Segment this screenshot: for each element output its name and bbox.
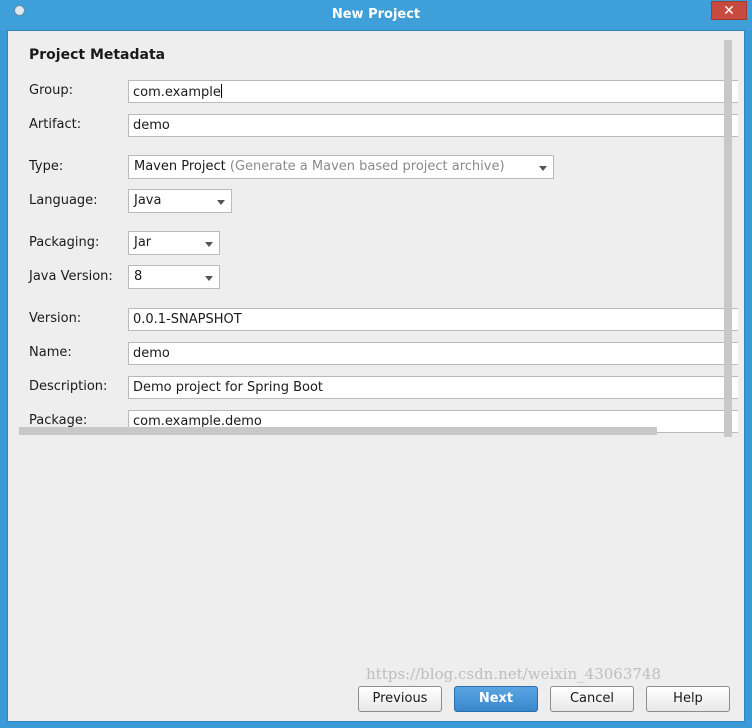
horizontal-scrollbar[interactable]	[19, 427, 657, 435]
language-label: Language:	[29, 193, 98, 208]
vertical-scrollbar[interactable]	[724, 40, 732, 437]
chevron-down-icon	[217, 200, 225, 205]
java-version-label: Java Version:	[29, 269, 113, 284]
version-label: Version:	[29, 311, 82, 326]
chevron-down-icon	[205, 242, 213, 247]
help-button[interactable]: Help	[646, 686, 730, 712]
group-label: Group:	[29, 83, 73, 98]
dialog-body: Project Metadata Group: com.example Arti…	[7, 30, 745, 722]
metadata-scroll-area: Project Metadata Group: com.example Arti…	[8, 31, 738, 437]
java-version-value: 8	[134, 269, 143, 284]
chevron-down-icon	[539, 166, 547, 171]
description-label: Description:	[29, 379, 108, 394]
packaging-label: Packaging:	[29, 235, 100, 250]
close-button[interactable]: ✕	[711, 1, 747, 20]
section-title: Project Metadata	[29, 47, 166, 63]
cancel-button[interactable]: Cancel	[550, 686, 634, 712]
watermark-text: https://blog.csdn.net/weixin_43063748	[366, 665, 662, 683]
java-version-select[interactable]: 8	[128, 265, 220, 289]
artifact-label: Artifact:	[29, 117, 82, 132]
type-value: Maven Project	[134, 159, 226, 174]
description-field[interactable]: Demo project for Spring Boot	[128, 376, 738, 399]
name-field[interactable]: demo	[128, 342, 738, 365]
group-value: com.example	[133, 85, 221, 100]
package-label: Package:	[29, 413, 88, 428]
language-select[interactable]: Java	[128, 189, 232, 213]
language-value: Java	[134, 193, 162, 208]
packaging-value: Jar	[134, 235, 152, 250]
artifact-field[interactable]: demo	[128, 114, 738, 137]
chevron-down-icon	[205, 276, 213, 281]
text-caret	[220, 84, 222, 98]
previous-button[interactable]: Previous	[358, 686, 442, 712]
type-hint: (Generate a Maven based project archive)	[229, 159, 505, 174]
packaging-select[interactable]: Jar	[128, 231, 220, 255]
title-bar[interactable]: New Project ✕	[0, 0, 752, 30]
window-title: New Project	[331, 7, 421, 22]
version-field[interactable]: 0.0.1-SNAPSHOT	[128, 308, 738, 331]
name-label: Name:	[29, 345, 72, 360]
next-button[interactable]: Next	[454, 686, 538, 712]
group-field[interactable]: com.example	[128, 80, 738, 103]
type-select[interactable]: Maven Project (Generate a Maven based pr…	[128, 155, 554, 179]
type-label: Type:	[29, 159, 64, 174]
